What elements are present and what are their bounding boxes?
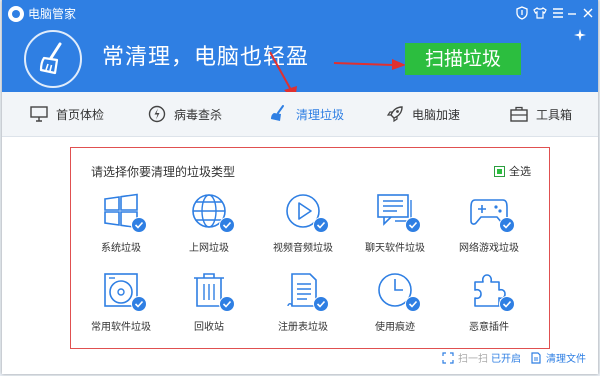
check-badge-icon [499,296,515,312]
header: 电脑管家 常清理，电脑也轻盈 扫描垃圾 [2,0,598,101]
panel-title: 请选择你要清理的垃圾类型 [91,165,236,179]
shield-bolt-icon [148,105,166,123]
junk-item-recycle-bin[interactable]: 回收站 [165,270,253,340]
junk-item-label: 恶意插件 [469,322,509,333]
tab-toolbox[interactable]: 工具箱 [510,92,572,136]
scan-junk-button[interactable]: 扫描垃圾 [405,43,521,75]
monitor-icon [30,106,48,122]
tab-label: 首页体检 [56,107,105,122]
toolbox-icon [510,106,528,122]
check-badge-icon [405,217,421,233]
tab-label: 病毒查杀 [174,107,223,122]
shield-icon[interactable] [514,6,530,22]
broom-icon [271,105,284,121]
tab-home-check[interactable]: 首页体检 [30,92,104,136]
junk-item-plugins[interactable]: 恶意插件 [445,270,533,340]
junk-item-label: 系统垃圾 [101,243,141,254]
tab-label: 电脑加速 [412,107,461,122]
sparkle-icon[interactable] [572,28,588,44]
junk-item-label: 聊天软件垃圾 [365,243,425,254]
scan-status-toggle[interactable]: 扫一扫 已开启 [442,350,521,365]
app-window: 电脑管家 常清理，电脑也轻盈 扫描垃圾 首页体检 病毒查杀 清理垃圾 电脑加速 … [2,0,598,374]
junk-item-registry[interactable]: 注册表垃圾 [259,270,347,340]
check-badge-icon [219,217,235,233]
junk-item-internet[interactable]: 上网垃圾 [165,191,253,261]
scan-status-suffix: 已开启 [491,354,521,365]
minimize-icon[interactable] [564,6,580,22]
app-logo-icon [8,6,24,22]
junk-item-label: 上网垃圾 [189,243,229,254]
check-badge-icon [219,296,235,312]
clean-files-link[interactable]: 清理文件 [530,350,586,365]
check-badge-icon [499,217,515,233]
tab-speed-up[interactable]: 电脑加速 [386,92,460,136]
tab-label: 清理垃圾 [296,107,345,122]
junk-item-label: 常用软件垃圾 [91,322,151,333]
broom-hero-icon [24,30,82,88]
close-icon[interactable] [580,6,596,22]
check-badge-icon [131,217,147,233]
check-badge-icon [313,296,329,312]
checkbox-icon [494,165,505,177]
junk-item-label: 回收站 [194,322,224,333]
annotation-arrow-right [333,59,406,70]
select-all-label: 全选 [509,165,531,178]
junk-item-media[interactable]: 视频音频垃圾 [259,191,347,261]
junk-type-panel: 请选择你要清理的垃圾类型 全选 系统垃圾 上网垃圾 视频音频垃圾 聊天软件垃圾 … [70,147,550,349]
check-badge-icon [405,296,421,312]
check-badge-icon [131,296,147,312]
tab-label: 工具箱 [536,107,573,122]
tab-clean-junk[interactable]: 清理垃圾 [268,92,344,136]
junk-item-chat[interactable]: 聊天软件垃圾 [351,191,439,261]
rocket-icon [386,106,403,123]
scan-status-prefix: 扫一扫 [458,354,488,365]
junk-item-label: 注册表垃圾 [278,322,328,333]
clean-files-label: 清理文件 [546,354,586,365]
junk-item-label: 使用痕迹 [375,322,415,333]
app-title: 电脑管家 [28,7,77,21]
main-tabs: 首页体检 病毒查杀 清理垃圾 电脑加速 工具箱 [2,92,598,137]
tab-virus-scan[interactable]: 病毒查杀 [148,92,222,136]
file-icon [531,351,541,364]
scan-icon [442,351,454,364]
junk-item-label: 视频音频垃圾 [273,243,333,254]
shirt-icon[interactable] [532,6,548,22]
junk-item-software[interactable]: 常用软件垃圾 [77,270,165,340]
select-all-checkbox[interactable]: 全选 [494,163,531,179]
junk-item-traces[interactable]: 使用痕迹 [351,270,439,340]
check-badge-icon [313,217,329,233]
junk-item-system[interactable]: 系统垃圾 [77,191,165,261]
title-bar: 电脑管家 [2,0,598,28]
junk-item-games[interactable]: 网络游戏垃圾 [445,191,533,261]
junk-item-label: 网络游戏垃圾 [459,243,519,254]
